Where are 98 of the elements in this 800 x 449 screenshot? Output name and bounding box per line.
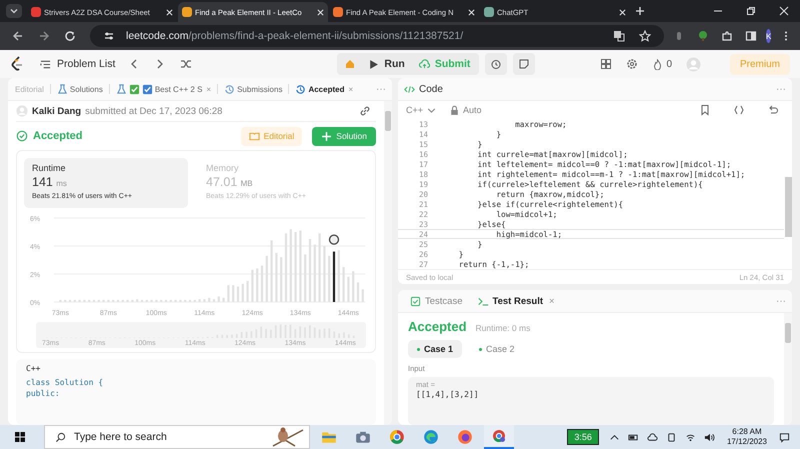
scrollbar[interactable] bbox=[784, 313, 792, 425]
history-icon bbox=[224, 84, 236, 94]
address-bar[interactable]: leetcode.com/problems/find-a-peak-element-ii/submissions/1121387521/ bbox=[90, 25, 664, 47]
logo-icon[interactable] bbox=[10, 56, 24, 72]
close-icon[interactable] bbox=[619, 8, 626, 16]
stat-value: 141 ms bbox=[32, 175, 68, 191]
windows-start-icon[interactable] bbox=[14, 431, 26, 443]
forward-icon[interactable] bbox=[38, 30, 50, 42]
cloud-icon[interactable] bbox=[646, 432, 658, 442]
star-icon[interactable] bbox=[639, 30, 651, 42]
avatar-icon[interactable] bbox=[686, 56, 701, 72]
tree-icon[interactable] bbox=[697, 30, 709, 42]
code-language: C++ bbox=[26, 363, 42, 374]
stat-label: Runtime bbox=[32, 163, 67, 173]
case-tab[interactable]: Case 1 bbox=[408, 340, 462, 358]
battery-indicator[interactable]: 3:56 bbox=[567, 429, 599, 445]
close-tab-button[interactable]: × bbox=[206, 84, 212, 94]
clock-date: 17/12/2023 bbox=[726, 437, 767, 447]
panel-tab[interactable]: Solutions bbox=[56, 82, 104, 96]
runtime-text: Runtime: 0 ms bbox=[476, 323, 530, 333]
variable-value: [[1,4],[3,2]] bbox=[416, 390, 480, 399]
result-status: Accepted bbox=[408, 319, 467, 334]
stat-value: 47.01 MB bbox=[206, 175, 254, 191]
flask-icon bbox=[116, 84, 127, 94]
streak-counter[interactable]: 0 bbox=[652, 58, 672, 70]
book-icon bbox=[248, 130, 260, 142]
taskbar-search-field[interactable]: Type here to search bbox=[44, 425, 310, 449]
run-button[interactable]: Run bbox=[361, 55, 412, 73]
panel-tab[interactable]: Submissions bbox=[223, 82, 284, 96]
more-button[interactable]: ··· bbox=[376, 84, 386, 94]
check-box-icon bbox=[142, 84, 153, 94]
back-icon[interactable] bbox=[12, 30, 24, 42]
check-box-icon bbox=[128, 84, 140, 94]
language-dropdown[interactable]: C++ bbox=[406, 104, 438, 116]
note-icon[interactable] bbox=[513, 53, 536, 75]
author-name[interactable]: Kalki Dang bbox=[32, 106, 82, 116]
reset-icon[interactable] bbox=[767, 104, 779, 116]
close-tab-button[interactable]: × bbox=[549, 296, 555, 306]
list-icon bbox=[40, 58, 51, 70]
auto-mode-label[interactable]: Auto bbox=[449, 104, 482, 116]
code-icon bbox=[404, 84, 415, 94]
histogram-bar[interactable] bbox=[332, 252, 336, 302]
scrollbar[interactable] bbox=[384, 101, 392, 425]
bookmark-icon[interactable] bbox=[699, 104, 711, 116]
side-panel-icon[interactable] bbox=[745, 30, 757, 42]
lock-icon bbox=[449, 104, 460, 116]
avatar-icon bbox=[16, 105, 28, 117]
panel-tab[interactable]: Best C++ 2 S × bbox=[114, 82, 212, 96]
speaker-icon[interactable] bbox=[704, 432, 715, 442]
flame-icon bbox=[652, 58, 664, 70]
layout-icon[interactable] bbox=[600, 58, 612, 70]
notification-icon[interactable] bbox=[779, 432, 790, 442]
close-tab-button[interactable]: × bbox=[348, 84, 354, 94]
search-icon bbox=[55, 432, 66, 442]
puzzle-icon[interactable] bbox=[721, 30, 733, 42]
code-line: public: bbox=[26, 388, 61, 399]
panel-tab[interactable]: Accepted × bbox=[294, 82, 354, 96]
translate-icon[interactable] bbox=[613, 30, 625, 42]
close-icon[interactable] bbox=[166, 8, 173, 16]
restore-icon[interactable] bbox=[746, 6, 756, 16]
more-button[interactable]: ··· bbox=[776, 84, 786, 94]
close-icon[interactable] bbox=[779, 6, 789, 16]
problem-list-button[interactable]: Problem List bbox=[36, 56, 120, 72]
url-text: leetcode.com/problems/find-a-peak-element-ii/submissions/1121387521/ bbox=[126, 30, 464, 42]
plus-icon bbox=[321, 130, 332, 142]
terminal-icon bbox=[478, 296, 488, 306]
close-icon[interactable] bbox=[317, 8, 324, 16]
submitted-time: submitted at Dec 17, 2023 06:28 bbox=[85, 106, 222, 116]
code-line: class Solution { bbox=[26, 377, 104, 388]
device-icon[interactable] bbox=[666, 432, 677, 442]
history-icon bbox=[295, 84, 306, 94]
clock[interactable]: 6:28 AM 17/12/2023 bbox=[726, 427, 767, 447]
clock-time: 6:28 AM bbox=[732, 427, 762, 437]
braces-icon[interactable] bbox=[733, 104, 745, 116]
alarm-icon[interactable] bbox=[485, 53, 508, 75]
shuffle-icon[interactable] bbox=[180, 58, 192, 70]
settings-icon[interactable] bbox=[626, 58, 638, 70]
case-tab[interactable]: Case 2 bbox=[470, 340, 524, 358]
more-button[interactable]: ··· bbox=[776, 296, 786, 306]
solution-button[interactable]: Solution bbox=[312, 126, 376, 146]
panel-tab[interactable]: Test Result × bbox=[472, 294, 561, 308]
profile-avatar[interactable]: K bbox=[766, 29, 772, 43]
chrome-profile-icon[interactable] bbox=[484, 425, 514, 449]
tab-search-icon[interactable] bbox=[6, 4, 22, 18]
new-tab-icon[interactable] bbox=[635, 6, 645, 16]
check-box-icon bbox=[410, 296, 421, 306]
stat-label: Memory bbox=[206, 163, 240, 173]
reload-icon[interactable] bbox=[64, 30, 76, 42]
link-icon[interactable] bbox=[359, 105, 371, 117]
panel-tab[interactable]: Testcase bbox=[404, 294, 468, 308]
panel-title: Code bbox=[404, 84, 443, 94]
site-settings-icon[interactable] bbox=[103, 30, 115, 42]
status-text: Accepted bbox=[33, 130, 83, 142]
play-icon bbox=[368, 58, 380, 70]
cloud-upload-icon bbox=[418, 58, 430, 70]
flask-icon bbox=[56, 84, 68, 94]
close-icon[interactable] bbox=[468, 8, 475, 16]
check-circle-icon bbox=[16, 130, 28, 142]
